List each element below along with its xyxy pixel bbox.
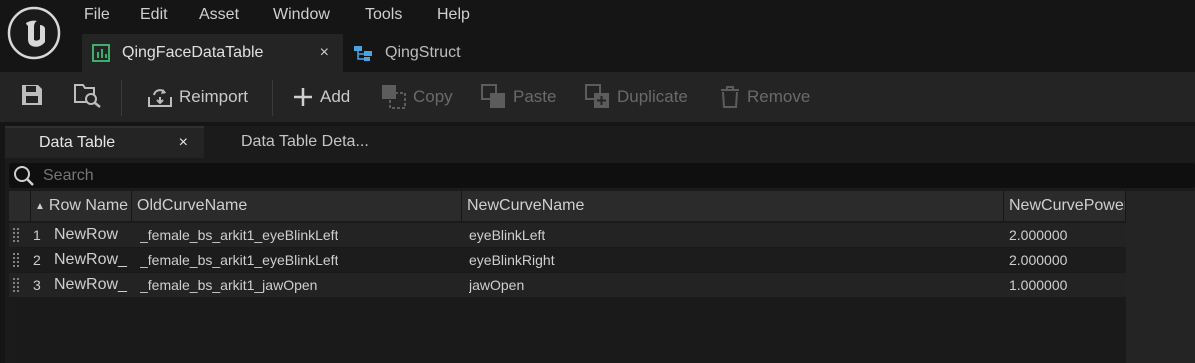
reimport-button[interactable]: Reimport — [147, 72, 248, 122]
search-icon — [13, 165, 35, 187]
struct-icon — [353, 44, 373, 62]
save-icon — [20, 83, 44, 112]
menu-help[interactable]: Help — [437, 6, 470, 24]
menu-tools[interactable]: Tools — [365, 6, 402, 24]
new-curve-power: 2.000000 — [1009, 252, 1068, 268]
column-header-index[interactable] — [9, 191, 31, 221]
copy-label: Copy — [413, 87, 453, 106]
new-curve-power: 1.000000 — [1009, 277, 1068, 293]
tab-label: QingFaceDataTable — [122, 44, 264, 61]
row-index: 3 — [33, 277, 41, 293]
add-button[interactable]: Add — [292, 72, 350, 122]
search-bar — [9, 163, 1195, 188]
plus-icon — [292, 86, 314, 108]
tab-label: Data Table Deta... — [241, 133, 369, 150]
reimport-label: Reimport — [179, 87, 248, 106]
table-row[interactable]: 2 NewRow_ _female_bs_arkit1_eyeBlinkLeft… — [9, 248, 1126, 272]
tab-label: QingStruct — [385, 44, 461, 61]
close-icon[interactable]: × — [179, 134, 188, 152]
copy-icon — [381, 84, 407, 110]
new-curve-name: eyeBlinkLeft — [469, 227, 546, 243]
column-header-newcurvename[interactable]: NewCurveName — [462, 191, 1004, 221]
duplicate-label: Duplicate — [617, 87, 688, 106]
remove-button[interactable]: Remove — [719, 72, 810, 122]
old-curve-name: _female_bs_arkit1_jawOpen — [140, 277, 318, 293]
tab-data-table-details[interactable]: Data Table Deta... — [206, 126, 406, 158]
menu-asset[interactable]: Asset — [199, 6, 239, 24]
drag-handle-icon[interactable] — [12, 252, 20, 268]
paste-icon — [481, 84, 507, 110]
close-icon[interactable]: × — [320, 44, 329, 62]
toolbar-divider — [121, 80, 122, 116]
toolbar-divider — [272, 80, 273, 116]
table-row[interactable]: 1 NewRow _female_bs_arkit1_eyeBlinkLeft … — [9, 223, 1126, 247]
tab-data-table[interactable]: Data Table × — [5, 126, 204, 158]
drag-handle-icon[interactable] — [12, 277, 20, 293]
copy-button[interactable]: Copy — [381, 72, 453, 122]
column-header-row-name[interactable]: ▲ Row Name — [31, 191, 132, 221]
tab-qingfacedatatable[interactable]: QingFaceDataTable × — [82, 34, 343, 72]
reimport-icon — [147, 85, 173, 109]
column-header-newcurvepower[interactable]: NewCurvePower — [1004, 191, 1126, 221]
row-name: NewRow_ — [54, 251, 127, 268]
save-button[interactable] — [20, 72, 44, 122]
duplicate-icon — [585, 84, 611, 110]
data-table-icon — [92, 44, 110, 62]
old-curve-name: _female_bs_arkit1_eyeBlinkLeft — [140, 252, 339, 268]
paste-label: Paste — [513, 87, 557, 106]
add-label: Add — [320, 87, 351, 106]
unreal-logo-icon[interactable] — [7, 6, 61, 60]
new-curve-name: eyeBlinkRight — [469, 252, 555, 268]
trash-icon — [719, 85, 741, 109]
sort-ascending-icon: ▲ — [35, 200, 45, 212]
row-name: NewRow — [54, 226, 119, 243]
paste-button[interactable]: Paste — [481, 72, 556, 122]
menu-edit[interactable]: Edit — [140, 6, 168, 24]
new-curve-name: jawOpen — [469, 277, 525, 293]
old-curve-name: _female_bs_arkit1_eyeBlinkLeft — [140, 227, 339, 243]
duplicate-button[interactable]: Duplicate — [585, 72, 688, 122]
row-index: 1 — [33, 227, 41, 243]
new-curve-power: 2.000000 — [1009, 227, 1068, 243]
browse-button[interactable] — [74, 72, 102, 122]
row-name: NewRow_ — [54, 276, 127, 293]
table-row[interactable]: 3 NewRow_ _female_bs_arkit1_jawOpen jawO… — [9, 273, 1126, 297]
table-side-panel — [1126, 191, 1195, 363]
drag-handle-icon[interactable] — [12, 227, 20, 243]
browse-icon — [74, 82, 102, 113]
tab-label: Data Table — [39, 134, 116, 151]
search-input[interactable] — [41, 165, 945, 186]
remove-label: Remove — [747, 87, 811, 106]
menu-window[interactable]: Window — [273, 6, 330, 24]
column-header-oldcurvename[interactable]: OldCurveName — [132, 191, 462, 221]
tab-qingstruct[interactable]: QingStruct — [343, 34, 503, 72]
row-index: 2 — [33, 252, 41, 268]
menu-file[interactable]: File — [84, 6, 110, 24]
